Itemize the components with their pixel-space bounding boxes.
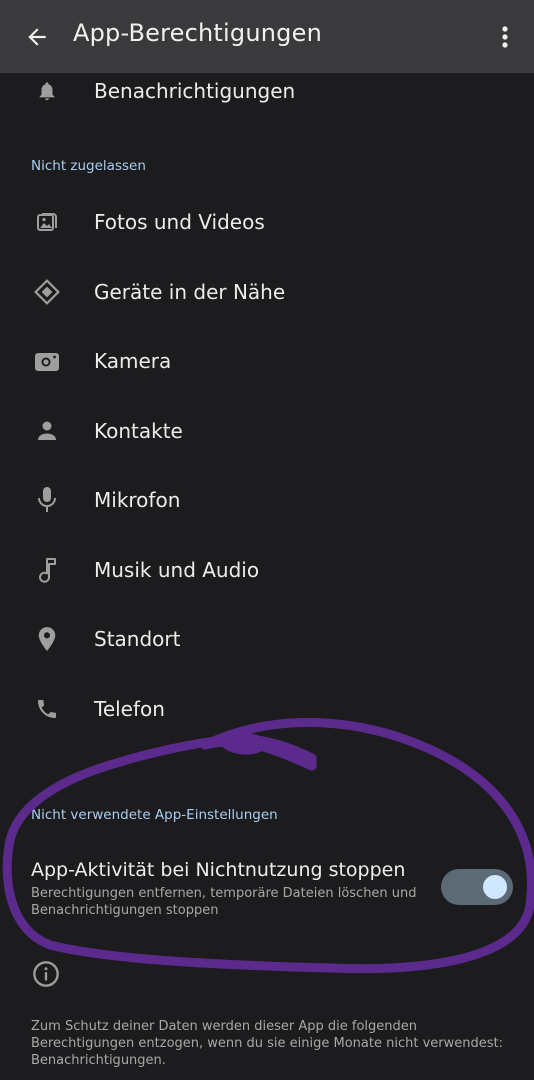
section-header-unused-app-settings: Nicht verwendete App-Einstellungen xyxy=(31,807,278,823)
person-icon xyxy=(32,416,62,446)
permission-item-music-audio[interactable]: Musik und Audio xyxy=(0,535,534,605)
permission-item-microphone[interactable]: Mikrofon xyxy=(0,465,534,535)
permission-label: Geräte in der Nähe xyxy=(94,280,286,304)
music-note-icon xyxy=(32,555,62,585)
permission-label: Fotos und Videos xyxy=(94,210,265,234)
info-icon xyxy=(32,960,62,990)
permission-label: Standort xyxy=(94,627,181,651)
permission-item-contacts[interactable]: Kontakte xyxy=(0,396,534,466)
toggle-title: App-Aktivität bei Nichtnutzung stoppen xyxy=(31,859,406,881)
bell-icon xyxy=(32,76,62,106)
permission-item-phone[interactable]: Telefon xyxy=(0,674,534,744)
permission-label: Kontakte xyxy=(94,419,183,443)
permission-label: Telefon xyxy=(94,697,165,721)
microphone-icon xyxy=(32,485,62,515)
permission-item-camera[interactable]: Kamera xyxy=(0,326,534,396)
page-title: App-Berechtigungen xyxy=(73,19,322,47)
phone-icon xyxy=(32,694,62,724)
pause-app-activity-switch[interactable] xyxy=(441,869,513,905)
permission-item-notifications[interactable]: Benachrichtigungen xyxy=(0,56,534,126)
arrow-back-icon[interactable] xyxy=(18,18,56,56)
location-pin-icon xyxy=(32,624,62,654)
permission-item-location[interactable]: Standort xyxy=(0,604,534,674)
switch-knob xyxy=(483,875,507,899)
permission-label: Benachrichtigungen xyxy=(94,79,296,103)
permission-label: Mikrofon xyxy=(94,488,181,512)
permission-label: Kamera xyxy=(94,349,172,373)
camera-icon xyxy=(32,346,62,376)
nearby-devices-icon xyxy=(32,277,62,307)
photos-icon xyxy=(32,207,62,237)
permission-item-nearby-devices[interactable]: Geräte in der Nähe xyxy=(0,257,534,327)
footer-text: Zum Schutz deiner Daten werden dieser Ap… xyxy=(31,1019,503,1068)
more-vert-icon[interactable] xyxy=(490,18,520,56)
section-header-not-allowed: Nicht zugelassen xyxy=(31,158,146,174)
permission-item-photos[interactable]: Fotos und Videos xyxy=(0,187,534,257)
toggle-subtitle: Berechtigungen entfernen, temporäre Date… xyxy=(31,886,417,918)
permission-label: Musik und Audio xyxy=(94,558,260,582)
